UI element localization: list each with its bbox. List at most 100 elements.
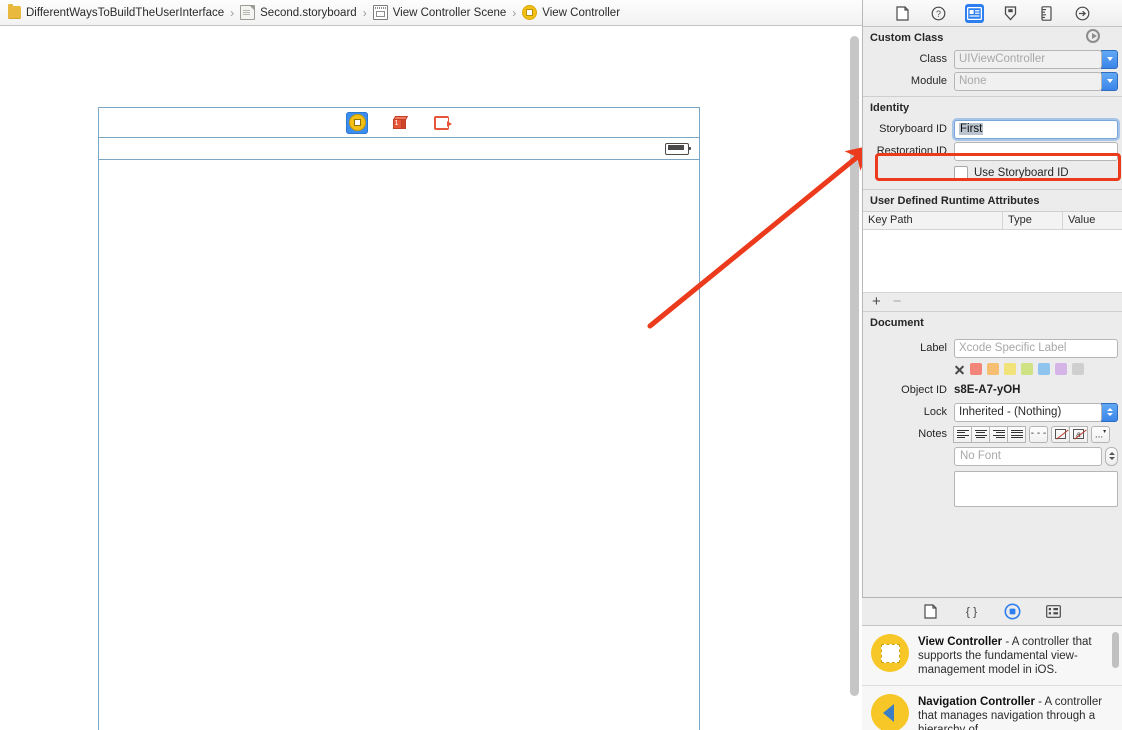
module-field[interactable]: None (954, 72, 1102, 91)
library-tab-bar: { } (862, 598, 1122, 626)
library-item-navigation-controller[interactable]: Navigation Controller - A controller tha… (862, 686, 1122, 730)
document-label-label: Label (863, 342, 954, 354)
font-stepper-icon[interactable] (1105, 447, 1118, 466)
udra-add-button[interactable]: + (872, 295, 881, 309)
connections-inspector-tab[interactable] (1073, 4, 1092, 23)
dock-first-responder-cube-icon[interactable]: 1 (388, 112, 410, 134)
font-field[interactable]: No Font (954, 447, 1102, 466)
lock-field[interactable]: Inherited - (Nothing) (954, 403, 1102, 422)
swatch-purple[interactable] (1055, 363, 1067, 375)
module-dropdown-chevron-icon[interactable] (1101, 72, 1118, 91)
font-row: No Font (863, 445, 1122, 467)
library-item-view-controller[interactable]: View Controller - A controller that supp… (862, 626, 1122, 686)
storyboard-id-value: First (959, 123, 983, 135)
breadcrumb-label-project: DifferentWaysToBuildTheUserInterface (26, 7, 224, 19)
storyboard-id-label: Storyboard ID (863, 123, 954, 135)
breadcrumb-separator: › (512, 6, 516, 20)
breadcrumb: DifferentWaysToBuildTheUserInterface › S… (0, 0, 862, 26)
library-object-list[interactable]: View Controller - A controller that supp… (862, 626, 1122, 730)
object-id-label: Object ID (863, 384, 954, 396)
notes-text-area[interactable] (954, 471, 1118, 507)
lock-stepper-icon[interactable] (1101, 403, 1118, 422)
restoration-id-label: Restoration ID (863, 145, 954, 157)
class-dropdown-chevron-icon[interactable] (1101, 50, 1118, 69)
notes-align-left-button[interactable] (953, 426, 972, 443)
swatch-gray[interactable] (1072, 363, 1084, 375)
use-storyboard-id-row[interactable]: Use Storyboard ID (863, 162, 1122, 183)
simulated-status-bar (99, 138, 699, 160)
restoration-id-field[interactable] (954, 142, 1118, 161)
breadcrumb-separator: › (363, 6, 367, 20)
notes-text-color-button[interactable] (1051, 426, 1070, 443)
notes-align-right-button[interactable] (989, 426, 1008, 443)
navigation-controller-library-icon (871, 694, 909, 730)
swatch-orange[interactable] (987, 363, 999, 375)
breadcrumb-item-project[interactable]: DifferentWaysToBuildTheUserInterface (8, 0, 224, 26)
udra-toolbar: + − (863, 293, 1122, 311)
use-storyboard-id-label: Use Storyboard ID (974, 167, 1069, 179)
media-library-tab[interactable] (1044, 602, 1063, 621)
dock-view-controller-icon[interactable] (346, 112, 368, 134)
library-scrollbar-thumb[interactable] (1112, 632, 1119, 668)
canvas-vertical-scrollbar[interactable] (850, 36, 859, 696)
storyboard-document-icon (240, 5, 255, 20)
breadcrumb-item-storyboard[interactable]: Second.storyboard (240, 0, 357, 26)
quick-help-inspector-tab[interactable]: ? (929, 4, 948, 23)
udra-column-key-path: Key Path (863, 212, 1003, 229)
use-storyboard-id-checkbox[interactable] (954, 166, 968, 180)
document-section-title: Document (863, 311, 1122, 333)
breadcrumb-separator: › (230, 6, 234, 20)
inspector-tab-bar: ? (863, 0, 1122, 27)
breadcrumb-item-view-controller[interactable]: View Controller (522, 0, 620, 26)
restoration-id-row: Restoration ID (863, 140, 1122, 162)
canvas-scrollbar-thumb[interactable] (850, 36, 859, 696)
library-item-title: View Controller (918, 636, 1002, 648)
scene-dock: 1 (99, 108, 699, 138)
identity-inspector-tab[interactable] (965, 4, 984, 23)
class-field[interactable]: UIViewController (954, 50, 1102, 69)
code-snippet-library-tab[interactable]: { } (962, 602, 981, 621)
udra-table-body[interactable] (863, 230, 1122, 293)
udra-table-header: Key Path Type Value (863, 211, 1122, 230)
view-controller-scene[interactable]: 1 (98, 107, 700, 730)
notes-dashes-button[interactable]: - - - (1029, 426, 1048, 443)
notes-align-center-button[interactable] (971, 426, 990, 443)
class-jump-icon[interactable] (1086, 29, 1100, 43)
label-color-swatches (863, 359, 1122, 379)
breadcrumb-item-scene[interactable]: View Controller Scene (373, 0, 507, 26)
file-template-library-tab[interactable] (921, 602, 940, 621)
view-controller-icon (522, 5, 537, 20)
library-item-text: View Controller - A controller that supp… (918, 634, 1106, 677)
library-item-text: Navigation Controller - A controller tha… (918, 694, 1106, 730)
library-item-title: Navigation Controller (918, 696, 1035, 708)
size-inspector-tab[interactable] (1037, 4, 1056, 23)
breadcrumb-label-storyboard: Second.storyboard (260, 7, 357, 19)
storyboard-canvas[interactable]: 1 (0, 26, 862, 730)
xcode-interface-builder-window: DifferentWaysToBuildTheUserInterface › S… (0, 0, 1122, 730)
identity-section-title: Identity (863, 96, 1122, 118)
file-inspector-tab[interactable] (893, 4, 912, 23)
swatch-red[interactable] (970, 363, 982, 375)
notes-align-justify-button[interactable] (1007, 426, 1026, 443)
scene-icon (373, 5, 388, 20)
dock-exit-icon[interactable] (430, 112, 452, 134)
module-row: Module None (863, 70, 1122, 92)
breadcrumb-label-view-controller: View Controller (542, 7, 620, 19)
object-library-tab[interactable] (1003, 602, 1022, 621)
storyboard-id-field[interactable]: First (954, 120, 1118, 139)
attributes-inspector-tab[interactable] (1001, 4, 1020, 23)
notes-label: Notes (863, 428, 954, 440)
udra-remove-button[interactable]: − (893, 295, 902, 309)
object-id-row: Object ID s8E-A7-yOH (863, 379, 1122, 401)
notes-highlight-color-button[interactable]: a (1069, 426, 1088, 443)
breadcrumb-label-scene: View Controller Scene (393, 7, 507, 19)
swatch-yellow[interactable] (1004, 363, 1016, 375)
udra-column-type: Type (1003, 212, 1063, 229)
swatch-blue[interactable] (1038, 363, 1050, 375)
swatch-none-icon[interactable] (954, 364, 965, 375)
udra-section-title: User Defined Runtime Attributes (863, 189, 1122, 211)
battery-icon (665, 143, 689, 155)
document-label-field[interactable]: Xcode Specific Label (954, 339, 1118, 358)
notes-more-button[interactable]: ...▾ (1091, 426, 1110, 443)
swatch-green[interactable] (1021, 363, 1033, 375)
